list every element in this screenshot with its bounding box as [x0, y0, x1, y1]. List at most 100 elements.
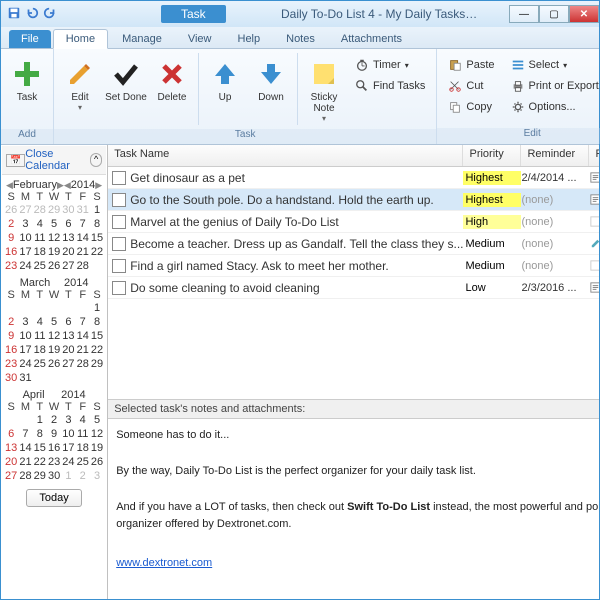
task-flags[interactable]: [589, 215, 599, 228]
calendar-day[interactable]: 21: [76, 245, 90, 259]
calendar-day[interactable]: 19: [47, 245, 61, 259]
calendar-day[interactable]: 17: [18, 343, 32, 357]
calendar-day[interactable]: 20: [4, 455, 18, 469]
minimize-button[interactable]: ―: [509, 5, 539, 23]
calendar-day[interactable]: 20: [61, 343, 75, 357]
menu-manage[interactable]: Manage: [110, 30, 174, 48]
calendar-day[interactable]: 22: [33, 455, 47, 469]
calendar-day[interactable]: 7: [76, 217, 90, 231]
calendar-toggle-icon[interactable]: 📅: [6, 154, 25, 167]
calendar-day[interactable]: 25: [33, 357, 47, 371]
notes-area[interactable]: Someone has to do it... By the way, Dail…: [108, 419, 599, 599]
print-export-button[interactable]: Print or Export...▾: [506, 76, 600, 96]
calendar-day[interactable]: 13: [61, 231, 75, 245]
calendar-day[interactable]: 31: [76, 203, 90, 217]
calendar-day[interactable]: 26: [47, 259, 61, 273]
prev-month-icon[interactable]: ◀: [6, 180, 13, 191]
column-task-name[interactable]: Task Name: [108, 145, 463, 166]
today-button[interactable]: Today: [26, 489, 81, 507]
calendar-day[interactable]: 11: [76, 427, 90, 441]
close-button[interactable]: ✕: [569, 5, 599, 23]
prev-year-icon[interactable]: ◀: [64, 180, 71, 191]
calendar-day[interactable]: 26: [47, 357, 61, 371]
task-row[interactable]: Go to the South pole. Do a handstand. Ho…: [108, 189, 599, 211]
maximize-button[interactable]: ▢: [539, 5, 569, 23]
calendar-day[interactable]: 8: [90, 217, 104, 231]
task-checkbox[interactable]: [112, 281, 126, 295]
paste-button[interactable]: Paste: [443, 55, 499, 75]
calendar-day[interactable]: 8: [90, 315, 104, 329]
calendar-day[interactable]: 24: [18, 357, 32, 371]
calendar-day[interactable]: 6: [61, 315, 75, 329]
calendar-day[interactable]: 1: [33, 413, 47, 427]
calendar-day[interactable]: 28: [18, 469, 32, 483]
calendar-day[interactable]: 16: [47, 441, 61, 455]
up-button[interactable]: Up: [203, 53, 247, 125]
task-flags[interactable]: [589, 281, 599, 294]
calendar-day[interactable]: 30: [4, 371, 18, 385]
calendar-day[interactable]: 17: [61, 441, 75, 455]
calendar-day[interactable]: 5: [90, 413, 104, 427]
task-button[interactable]: Task: [5, 53, 49, 125]
calendar-day[interactable]: 7: [18, 427, 32, 441]
task-row[interactable]: Marvel at the genius of Daily To-Do List…: [108, 211, 599, 233]
calendar-day[interactable]: 12: [90, 427, 104, 441]
calendar-day[interactable]: 31: [18, 371, 32, 385]
menu-file[interactable]: File: [9, 30, 51, 48]
calendar-day[interactable]: 9: [4, 231, 18, 245]
calendar-day[interactable]: 22: [90, 245, 104, 259]
task-row[interactable]: Find a girl named Stacy. Ask to meet her…: [108, 255, 599, 277]
menu-notes[interactable]: Notes: [274, 30, 327, 48]
calendar-day[interactable]: 2: [47, 413, 61, 427]
calendar-day[interactable]: 1: [90, 203, 104, 217]
calendar-day[interactable]: 23: [4, 259, 18, 273]
calendar-day[interactable]: 11: [33, 329, 47, 343]
calendar-day[interactable]: 21: [76, 343, 90, 357]
timer-button[interactable]: Timer▾: [350, 55, 430, 75]
calendar-day[interactable]: 5: [47, 315, 61, 329]
menu-help[interactable]: Help: [226, 30, 273, 48]
calendar-day[interactable]: 14: [76, 231, 90, 245]
calendar-day[interactable]: 17: [18, 245, 32, 259]
calendar-day[interactable]: 23: [4, 357, 18, 371]
close-calendar-link[interactable]: Close Calendar: [25, 148, 90, 172]
task-flags[interactable]: [589, 259, 599, 272]
calendar-day[interactable]: 28: [76, 357, 90, 371]
calendar-day[interactable]: 21: [18, 455, 32, 469]
calendar-day[interactable]: 27: [4, 469, 18, 483]
menu-attachments[interactable]: Attachments: [329, 30, 414, 48]
calendar-day[interactable]: 30: [61, 203, 75, 217]
collapse-icon[interactable]: ^: [90, 153, 102, 167]
task-checkbox[interactable]: [112, 237, 126, 251]
calendar-day[interactable]: 6: [61, 217, 75, 231]
delete-button[interactable]: Delete: [150, 53, 194, 125]
calendar-day[interactable]: 23: [47, 455, 61, 469]
calendar-day[interactable]: 15: [90, 329, 104, 343]
calendar-day[interactable]: 25: [76, 455, 90, 469]
calendar-day[interactable]: 3: [18, 217, 32, 231]
calendar-day[interactable]: 12: [47, 231, 61, 245]
calendar-day[interactable]: 12: [47, 329, 61, 343]
find-tasks-button[interactable]: Find Tasks: [350, 76, 430, 96]
calendar-day[interactable]: 6: [4, 427, 18, 441]
task-flags[interactable]: [589, 237, 599, 250]
dextronet-link[interactable]: www.dextronet.com: [116, 557, 212, 569]
calendar-day[interactable]: 26: [4, 203, 18, 217]
redo-icon[interactable]: [43, 6, 57, 23]
calendar-day[interactable]: 1: [61, 469, 75, 483]
calendar-day[interactable]: 24: [18, 259, 32, 273]
calendar-day[interactable]: 28: [33, 203, 47, 217]
column-priority[interactable]: Priority: [463, 145, 521, 166]
calendar-day[interactable]: 22: [90, 343, 104, 357]
calendar-day[interactable]: 13: [61, 329, 75, 343]
calendar-day[interactable]: 4: [33, 217, 47, 231]
calendar-day[interactable]: 13: [4, 441, 18, 455]
set-done-button[interactable]: Set Done: [104, 53, 148, 125]
calendar-day[interactable]: 2: [76, 469, 90, 483]
calendar-day[interactable]: 29: [47, 203, 61, 217]
column-reminder[interactable]: Reminder: [521, 145, 589, 166]
next-year-icon[interactable]: ▶: [95, 180, 102, 191]
task-checkbox[interactable]: [112, 171, 126, 185]
calendar-day[interactable]: 15: [33, 441, 47, 455]
calendar-day[interactable]: 25: [33, 259, 47, 273]
